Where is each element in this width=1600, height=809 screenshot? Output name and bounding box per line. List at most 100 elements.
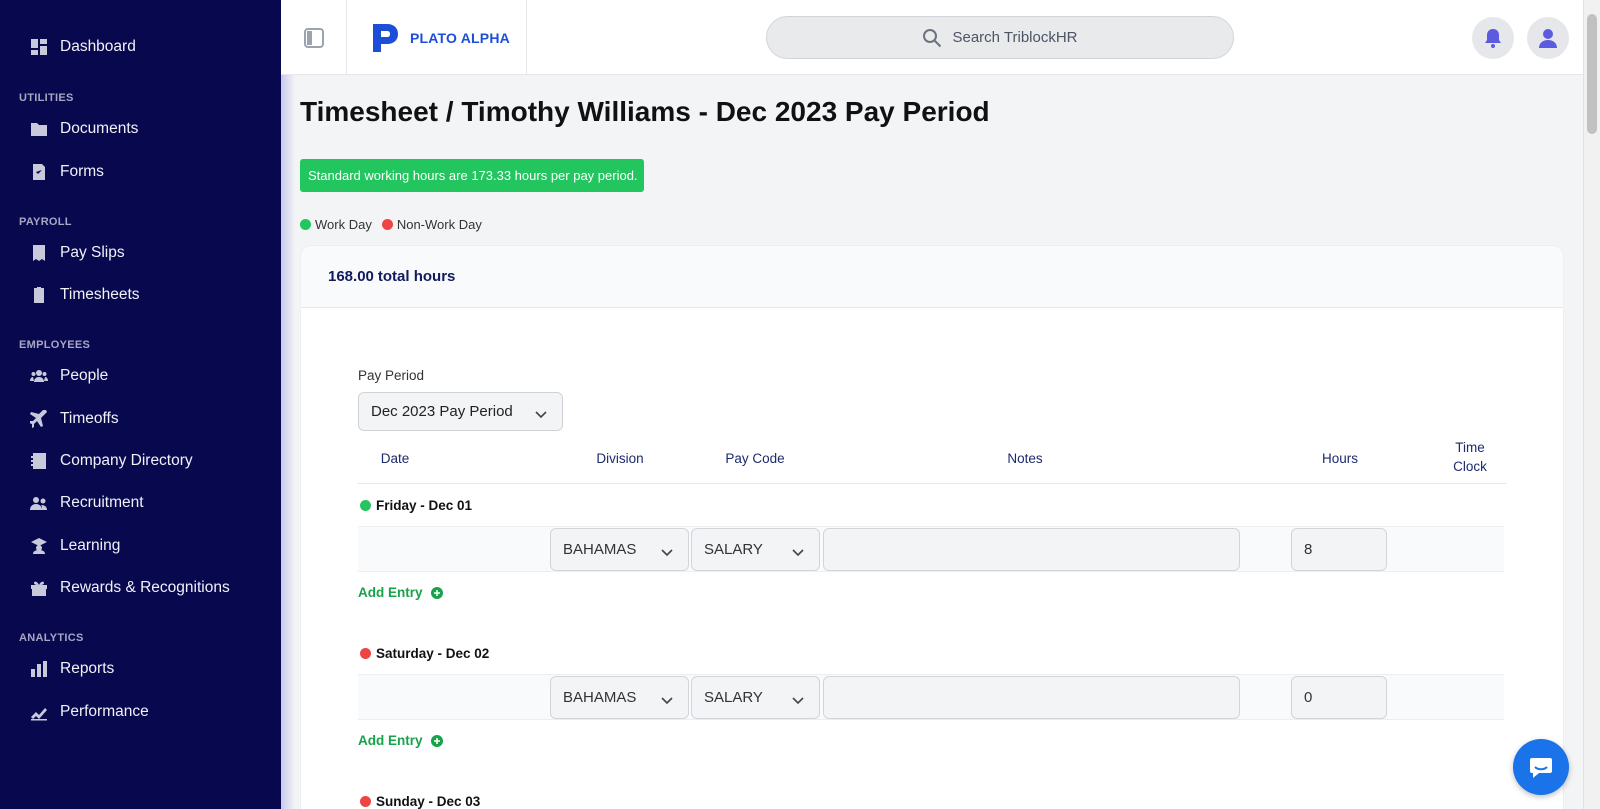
sidebar-item-people[interactable]: People [30, 364, 108, 388]
col-date: Date [380, 451, 410, 466]
red-dot-icon [381, 219, 393, 230]
sidebar-item-company-directory[interactable]: Company Directory [30, 449, 193, 473]
sidebar-item-learning[interactable]: Learning [30, 534, 120, 558]
total-hours: 168.00 total hours [301, 246, 1563, 308]
hours-value: 0 [1304, 689, 1313, 706]
sidebar-item-forms[interactable]: Forms [30, 160, 104, 184]
trend-icon [30, 703, 48, 721]
sidebar-item-recruitment[interactable]: Recruitment [30, 491, 144, 515]
logo[interactable]: PLATO ALPHA [347, 0, 527, 75]
bar-chart-icon [30, 660, 48, 678]
division-value: BAHAMAS [563, 689, 637, 706]
hours-input[interactable]: 0 [1291, 676, 1387, 719]
sidebar-item-label: Dashboard [60, 38, 136, 55]
sidebar-item-documents[interactable]: Documents [30, 117, 138, 141]
chevron-down-icon [534, 407, 548, 418]
gift-icon [30, 579, 48, 597]
page-title: Timesheet / Timothy Williams - Dec 2023 … [300, 96, 990, 127]
sidebar-item-label: Forms [60, 163, 104, 180]
sidebar-item-label: Learning [60, 537, 121, 554]
sidebar-item-label: Pay Slips [60, 244, 125, 261]
red-dot-icon [360, 796, 371, 807]
sidebar-item-reports[interactable]: Reports [30, 657, 114, 681]
col-pay-code: Pay Code [725, 451, 785, 466]
sidebar-item-pay-slips[interactable]: Pay Slips [30, 241, 125, 265]
add-entry-button[interactable]: Add Entry [358, 733, 443, 748]
notes-input[interactable] [823, 676, 1240, 719]
sidebar-item-timesheets[interactable]: Timesheets [30, 283, 140, 307]
col-time-clock-2: Clock [1453, 459, 1487, 474]
sidebar-item-rewards[interactable]: Rewards & Recognitions [30, 576, 230, 600]
total-hours-value: 168.00 [328, 268, 374, 285]
notifications-button[interactable] [1472, 17, 1514, 59]
contact-book-icon [30, 452, 48, 470]
dashboard-icon [30, 38, 48, 56]
sidebar-item-dashboard[interactable]: Dashboard [30, 35, 136, 59]
chat-bubble-icon [1530, 758, 1552, 778]
sidebar-toggle-button[interactable] [281, 0, 347, 75]
search-input[interactable]: Search TriblockHR [766, 16, 1234, 59]
hours-value: 8 [1304, 541, 1313, 558]
sidebar-item-label: Rewards & Recognitions [60, 579, 230, 596]
legend-work-day: Work Day [300, 217, 372, 232]
sidebar-item-performance[interactable]: Performance [30, 700, 149, 724]
sidebar-item-label: Reports [60, 660, 115, 677]
user-icon [1539, 29, 1557, 48]
notes-input[interactable] [823, 528, 1240, 571]
chat-button[interactable] [1513, 739, 1569, 795]
sidebar-item-label: Documents [60, 120, 139, 137]
add-entry-button[interactable]: Add Entry [358, 585, 443, 600]
search-icon [923, 28, 942, 47]
legend-non-work-day: Non-Work Day [381, 217, 482, 232]
pay-code-value: SALARY [704, 541, 763, 558]
green-dot-icon [360, 500, 371, 511]
day-label-text: Friday - Dec 01 [376, 498, 473, 513]
day-legend: Work Day Non-Work Day [300, 217, 492, 232]
day-label: Friday - Dec 01 [360, 498, 472, 513]
bell-icon [1485, 29, 1501, 48]
sidebar-item-label: People [60, 367, 109, 384]
check-document-icon [30, 163, 48, 181]
day-label-text: Saturday - Dec 02 [376, 646, 490, 661]
scrollbar-thumb[interactable] [1587, 14, 1597, 134]
sidebar-item-label: Performance [60, 703, 149, 720]
section-employees: EMPLOYEES [19, 339, 91, 351]
user-menu-button[interactable] [1527, 17, 1569, 59]
col-notes: Notes [1007, 451, 1043, 466]
header-divider [358, 483, 1506, 484]
top-header: PLATO ALPHA Search TriblockHR [281, 0, 1583, 75]
section-payroll: PAYROLL [19, 216, 72, 228]
division-select[interactable]: BAHAMAS [550, 676, 689, 719]
chevron-down-icon [791, 545, 805, 556]
pay-code-select[interactable]: SALARY [691, 528, 820, 571]
chevron-down-icon [660, 545, 674, 556]
users-icon [30, 367, 48, 385]
clipboard-icon [30, 286, 48, 304]
pay-period-label: Pay Period [358, 368, 425, 383]
receipt-icon [30, 244, 48, 262]
user-group-icon [30, 494, 48, 512]
pay-period-select[interactable]: Dec 2023 Pay Period [358, 392, 563, 431]
logo-text: PLATO ALPHA [410, 29, 510, 46]
pay-period-value: Dec 2023 Pay Period [371, 403, 513, 420]
sidebar-item-label: Timesheets [60, 286, 140, 303]
sidebar: Dashboard UTILITIES Documents Forms PAYR… [0, 0, 295, 809]
hours-input[interactable]: 8 [1291, 528, 1387, 571]
plus-circle-icon [430, 734, 443, 747]
sidebar-item-timeoffs[interactable]: Timeoffs [30, 407, 119, 431]
pay-code-value: SALARY [704, 689, 763, 706]
division-select[interactable]: BAHAMAS [550, 528, 689, 571]
plane-icon [30, 410, 48, 428]
section-analytics: ANALYTICS [19, 632, 84, 644]
page-scrollbar[interactable] [1583, 0, 1600, 809]
sidebar-item-label: Recruitment [60, 494, 144, 511]
sidebar-toggle-icon [303, 27, 324, 48]
graduate-icon [30, 537, 48, 555]
green-dot-icon [300, 219, 311, 230]
folder-icon [30, 120, 48, 138]
pay-code-select[interactable]: SALARY [691, 676, 820, 719]
chevron-down-icon [791, 693, 805, 704]
search-placeholder: Search TriblockHR [952, 29, 1078, 46]
sidebar-item-label: Company Directory [60, 452, 193, 469]
day-label: Saturday - Dec 02 [360, 646, 489, 661]
